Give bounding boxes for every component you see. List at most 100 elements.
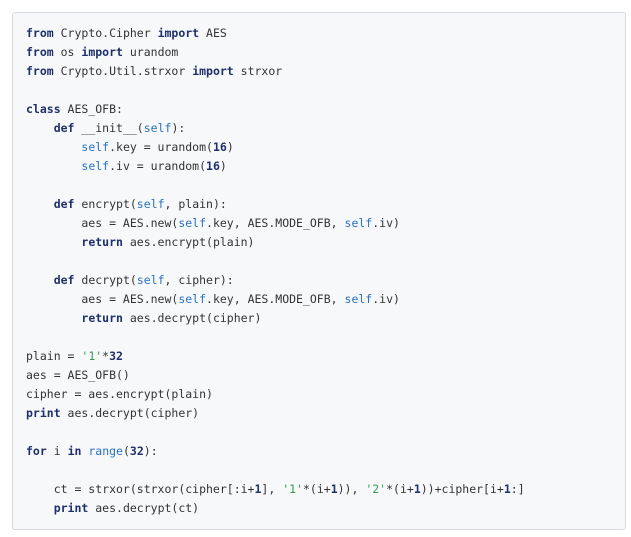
code-token: AES [199,26,227,40]
code-token: def [53,197,75,211]
code-token: )), [337,482,366,496]
code-line: def encrypt(self, plain): [26,195,525,214]
code-line: aes = AES.new(self.key, AES.MODE_OFB, se… [26,214,525,233]
code-token: encrypt( [74,197,137,211]
code-line: return aes.encrypt(plain) [26,233,525,252]
code-token: os [53,45,82,59]
code-token: ) [226,140,234,154]
code-token: plain = [26,349,82,363]
code-line: cipher = aes.encrypt(plain) [26,385,525,404]
code-token: i [46,444,68,458]
code-token: self [344,216,373,230]
code-token: import [192,64,234,78]
code-line: from os import urandom [26,43,525,62]
code-token: def [53,273,75,287]
code-token: ], [261,482,283,496]
code-token: 16 [206,159,220,173]
code-token: *(i+ [386,482,414,496]
code-token: import [81,45,123,59]
code-token: Crypto.Cipher [53,26,158,40]
code-token: aes = AES.new( [26,292,179,306]
code-token: Crypto.Util.strxor [53,64,193,78]
code-token: ) [219,159,227,173]
code-token: 16 [212,140,227,154]
code-line: aes = AES_OFB() [26,366,525,385]
code-token: aes.decrypt(cipher) [122,311,262,325]
code-line: self.key = urandom(16) [26,138,525,157]
code-line: from Crypto.Util.strxor import strxor [26,62,525,81]
code-token: *(i+ [302,482,331,496]
code-token: '2' [365,482,387,496]
code-token: from [26,26,54,40]
code-token: ( [122,444,130,458]
code-line: def __init__(self): [26,119,525,138]
code-token: import [157,26,200,40]
code-token: cipher = aes.encrypt(plain) [26,387,213,401]
code-token: '1' [81,349,103,363]
code-line: print aes.decrypt(cipher) [26,404,525,423]
code-token: .key, AES.MODE_OFB, [206,292,345,306]
code-line: def decrypt(self, cipher): [26,271,525,290]
code-line: self.iv = urandom(16) [26,157,525,176]
code-token: self [143,121,172,135]
code-token: self [81,159,110,173]
code-token: 1 [503,482,511,496]
code-token: , cipher): [164,273,234,287]
code-token: self [136,273,165,287]
code-token: .iv) [372,292,400,306]
code-block: from Crypto.Cipher import AES from os imp… [12,12,626,530]
code-token: self [178,216,207,230]
code-token: 32 [129,444,144,458]
code-token: .iv) [372,216,400,230]
code-token: self [178,292,207,306]
code-token: ))+cipher[i+ [420,482,504,496]
code-token: self [81,140,110,154]
code-token: ct = strxor(strxor(cipher[:i+ [26,482,255,496]
code-token: aes.encrypt(plain) [122,235,255,249]
code-token: for [26,444,47,458]
code-token: 1 [330,482,338,496]
code-token: aes = AES_OFB() [26,368,130,382]
code-token: ): [143,444,158,458]
code-token: ): [171,121,186,135]
code-token: __init__( [74,121,144,135]
code-line: plain = '1'*32 [26,347,525,366]
code-token: from [26,64,54,78]
code-token: class [26,102,61,116]
code-line: ct = strxor(strxor(cipher[:i+1], '1'*(i+… [26,480,525,499]
code-token: .key = urandom( [109,140,213,154]
code-token: def [53,121,75,135]
code-line: print aes.decrypt(ct) [26,499,525,518]
code-token: self [344,292,373,306]
code-token: 32 [109,349,123,363]
code-line: for i in range(32): [26,442,525,461]
code-line: from Crypto.Cipher import AES [26,24,525,43]
code-token: range [88,444,123,458]
code-token: urandom [122,45,179,59]
code-token: decrypt( [74,273,137,287]
code-token: .iv = urandom( [109,159,207,173]
code-listing: from Crypto.Cipher import AES from os imp… [26,24,525,518]
code-token: strxor [233,64,283,78]
code-token: in [67,444,82,458]
code-token: .key, AES.MODE_OFB, [206,216,345,230]
code-line: aes = AES.new(self.key, AES.MODE_OFB, se… [26,290,525,309]
code-token: aes = AES.new( [26,216,179,230]
code-token: , plain): [164,197,227,211]
code-token: 1 [413,482,421,496]
code-token: aes.decrypt(cipher) [60,406,200,420]
code-line: class AES_OFB: [26,100,525,119]
